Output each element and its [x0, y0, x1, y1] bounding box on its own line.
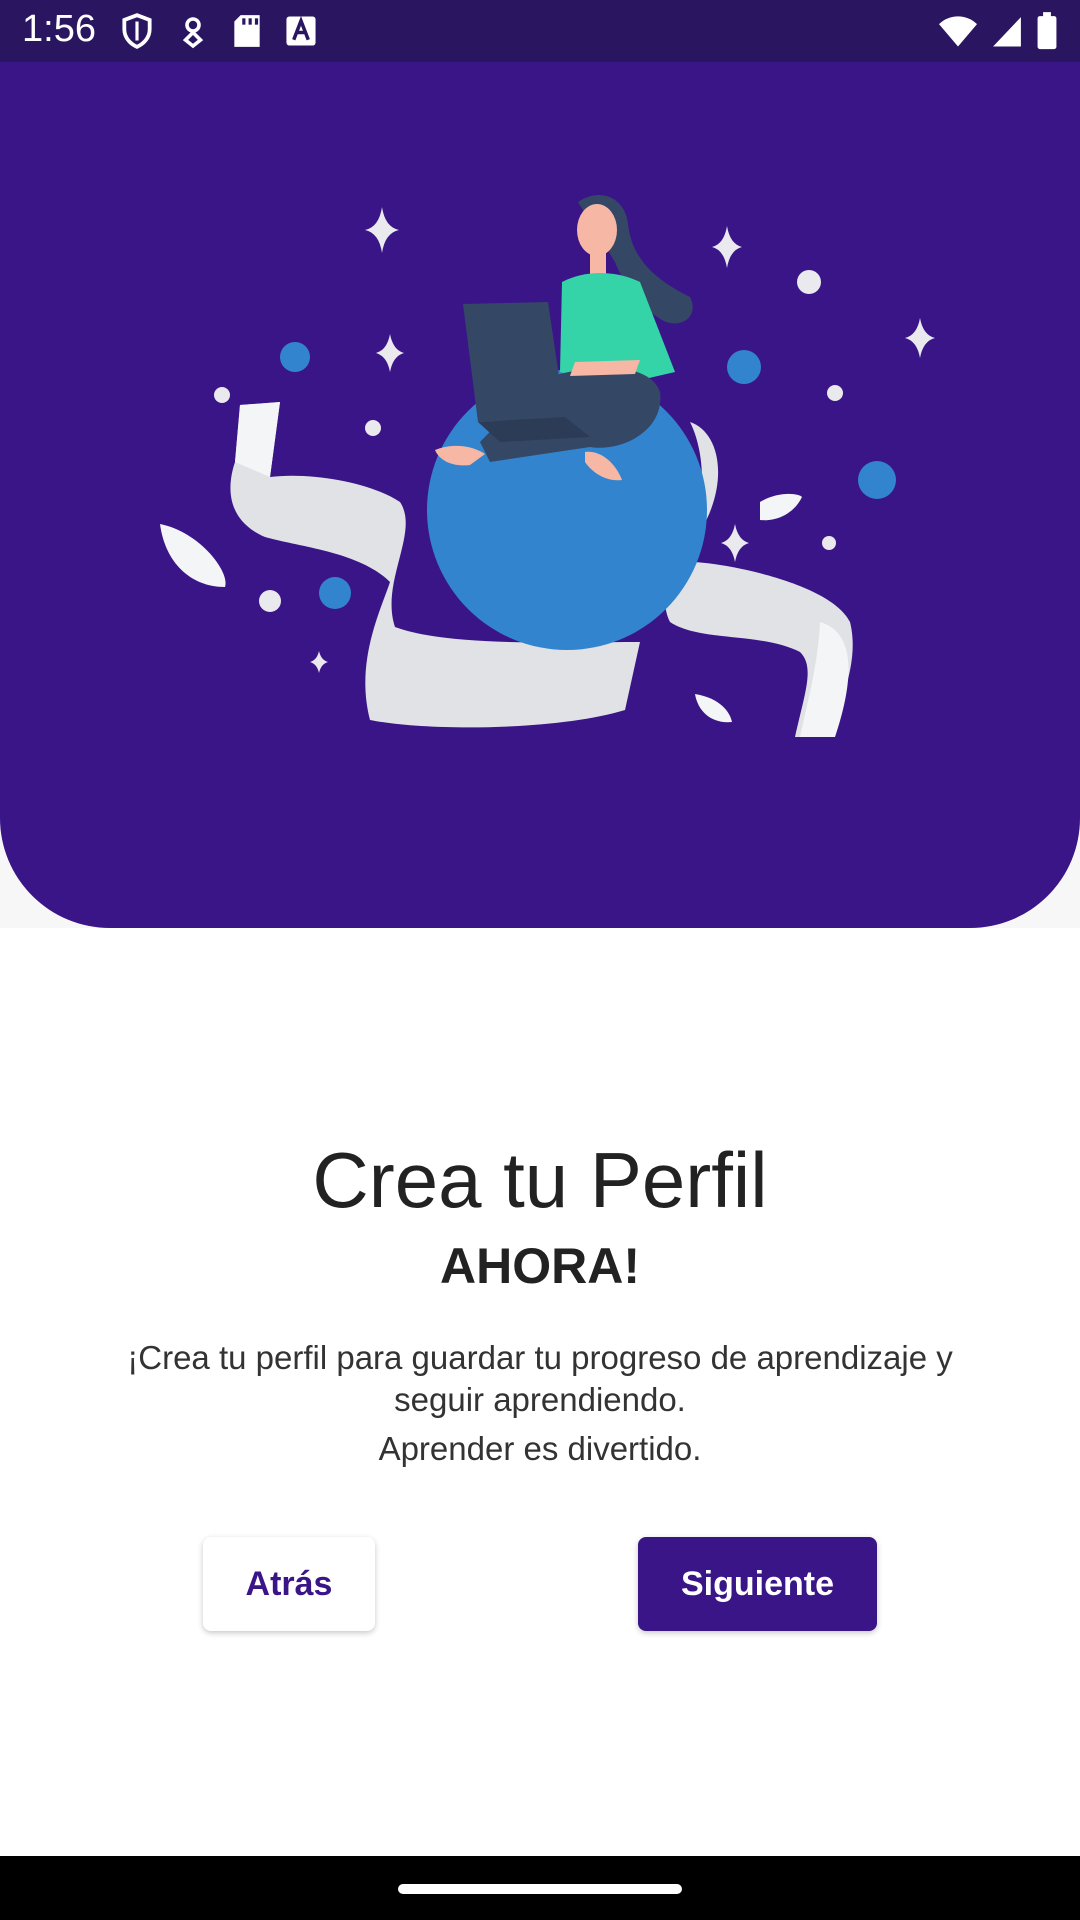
status-right-icons [937, 12, 1058, 50]
shield-icon [118, 12, 160, 49]
next-button[interactable]: Siguiente [638, 1537, 877, 1631]
back-button[interactable]: Atrás [203, 1537, 375, 1631]
woman-laptop-globe-illustration [160, 195, 935, 737]
page-title: Crea tu Perfil [312, 1136, 768, 1224]
status-time: 1:56 [22, 8, 96, 50]
status-bar: 1:56 [0, 0, 1080, 62]
page-subtitle: AHORA! [440, 1238, 640, 1294]
home-indicator[interactable] [398, 1884, 682, 1894]
battery-icon [1036, 12, 1058, 50]
status-left-icons [118, 12, 317, 50]
location-pin-icon [178, 12, 212, 49]
cell-signal-icon [990, 12, 1028, 47]
hero-section [0, 62, 1080, 928]
navigation-bar [0, 1856, 1080, 1920]
description-secondary-text: Aprender es divertido. [378, 1430, 702, 1467]
font-a-icon [285, 12, 317, 46]
wifi-icon [937, 12, 983, 47]
sd-card-icon [231, 12, 267, 47]
description-text: ¡Crea tu perfil para guardar tu progreso… [127, 1339, 953, 1418]
